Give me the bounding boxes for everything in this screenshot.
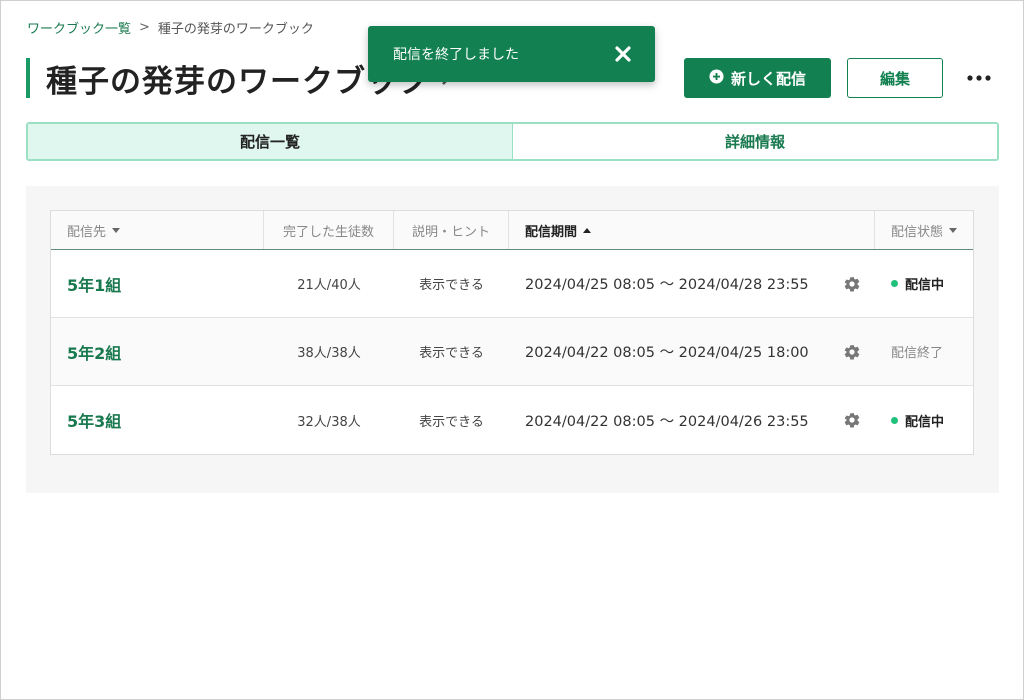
tab-details[interactable]: 詳細情報 — [513, 124, 997, 159]
gear-icon[interactable] — [843, 411, 861, 429]
status-label: 配信中 — [905, 278, 945, 293]
column-header-hint: 説明・ヒント — [394, 211, 509, 249]
column-header-destination-label: 配信先 — [67, 224, 107, 240]
close-icon[interactable] — [613, 44, 633, 64]
delivery-period: 2024/04/22 08:05 〜 2024/04/26 23:55 — [525, 413, 809, 430]
tab-delivery-list-label: 配信一覧 — [239, 133, 300, 151]
edit-label: 編集 — [879, 69, 910, 88]
status-label: 配信終了 — [891, 346, 944, 361]
completed-count: 32人/38人 — [297, 414, 361, 430]
sort-up-icon — [583, 227, 592, 233]
tab-delivery-list[interactable]: 配信一覧 — [28, 124, 513, 159]
sort-down-icon — [949, 227, 958, 233]
breadcrumb-separator: > — [139, 20, 150, 35]
table-header: 配信先 完了した生徒数 説明・ヒント 配信期間 配信状態 — [51, 211, 973, 250]
column-header-period-label: 配信期間 — [525, 224, 578, 240]
class-link[interactable]: 5年2組 — [67, 340, 121, 364]
hint-setting: 表示できる — [419, 346, 484, 361]
delivery-period: 2024/04/25 08:05 〜 2024/04/28 23:55 — [525, 277, 809, 293]
completed-count: 38人/38人 — [297, 346, 361, 361]
status-label: 配信中 — [905, 414, 945, 430]
status-badge: 配信中 — [891, 411, 944, 430]
hint-setting: 表示できる — [419, 414, 484, 430]
column-header-completed-label: 完了した生徒数 — [282, 224, 374, 240]
hint-setting: 表示できる — [419, 278, 484, 293]
new-delivery-button[interactable]: 新しく配信 — [684, 58, 831, 98]
more-horizontal-icon[interactable] — [964, 66, 994, 90]
breadcrumb-workbook-list[interactable]: ワークブック一覧 — [27, 18, 131, 37]
sort-down-icon — [112, 227, 121, 233]
column-header-destination[interactable]: 配信先 — [51, 211, 264, 249]
edit-button[interactable]: 編集 — [847, 58, 943, 98]
delivery-table: 配信先 完了した生徒数 説明・ヒント 配信期間 配信状態 5年1組 21人/40… — [50, 210, 974, 455]
table-row: 5年2組 38人/38人 表示できる 2024/04/22 08:05 〜 20… — [51, 318, 973, 386]
table-row: 5年1組 21人/40人 表示できる 2024/04/25 08:05 〜 20… — [51, 250, 973, 318]
delivery-period: 2024/04/22 08:05 〜 2024/04/25 18:00 — [525, 345, 809, 361]
title-accent-bar — [26, 58, 30, 98]
column-header-completed: 完了した生徒数 — [264, 211, 394, 249]
tab-details-label: 詳細情報 — [724, 133, 785, 151]
plus-circle-icon — [709, 68, 724, 88]
toast-notification: 配信を終了しました — [368, 26, 655, 82]
status-dot — [891, 416, 898, 424]
status-dot — [891, 280, 898, 287]
status-badge: 配信終了 — [891, 342, 943, 361]
class-link[interactable]: 5年3組 — [67, 408, 121, 432]
status-badge: 配信中 — [891, 274, 944, 293]
column-header-hint-label: 説明・ヒント — [411, 224, 490, 240]
breadcrumb-current: 種子の発芽のワークブック — [157, 22, 314, 37]
gear-icon[interactable] — [843, 275, 861, 293]
tab-bar: 配信一覧 詳細情報 — [26, 122, 999, 161]
new-delivery-label: 新しく配信 — [730, 69, 806, 88]
column-header-status[interactable]: 配信状態 — [875, 211, 973, 249]
toast-message: 配信を終了しました — [393, 47, 519, 63]
class-link[interactable]: 5年1組 — [67, 272, 121, 296]
completed-count: 21人/40人 — [297, 278, 361, 293]
column-header-status-label: 配信状態 — [891, 224, 944, 240]
breadcrumb: ワークブック一覧 > 種子の発芽のワークブック — [27, 18, 314, 37]
column-header-period[interactable]: 配信期間 — [509, 211, 875, 249]
gear-icon[interactable] — [843, 343, 861, 361]
table-row: 5年3組 32人/38人 表示できる 2024/04/22 08:05 〜 20… — [51, 386, 973, 454]
